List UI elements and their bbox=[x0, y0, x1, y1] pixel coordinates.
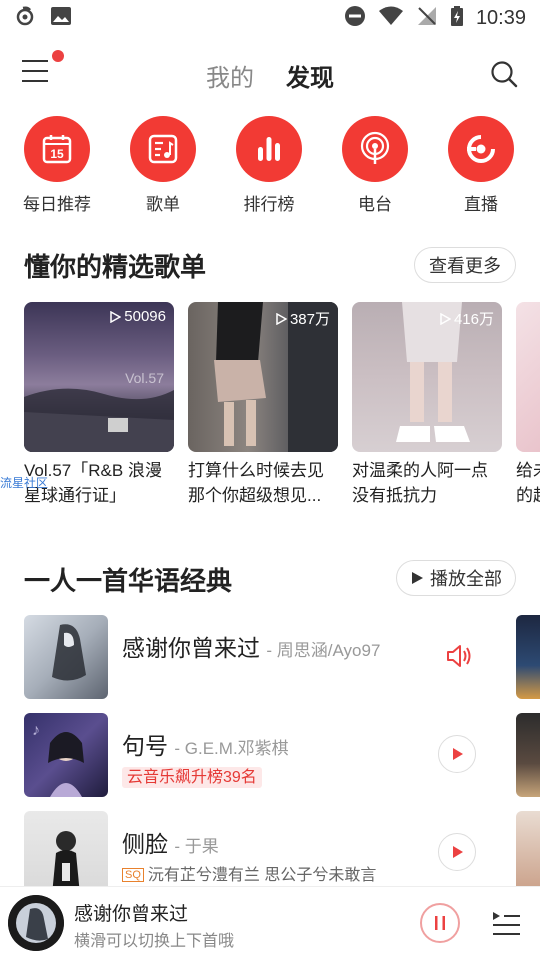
play-count-icon bbox=[276, 312, 287, 325]
top-bar: 我的 发现 bbox=[0, 46, 540, 102]
next-page-song-cover bbox=[516, 615, 540, 699]
player-song-title: 感谢你曾来过 bbox=[74, 904, 189, 925]
watermark-text: 流星社区 bbox=[0, 476, 49, 490]
category-label: 电台 bbox=[358, 195, 392, 214]
playlist-cover bbox=[516, 302, 540, 452]
live-icon bbox=[448, 116, 514, 182]
netease-music-icon bbox=[14, 5, 36, 32]
tab-mine[interactable]: 我的 bbox=[206, 58, 254, 93]
calendar-icon: 15 bbox=[24, 116, 90, 182]
daily-recommend-button[interactable]: 15 每日推荐 bbox=[17, 116, 97, 215]
calendar-day-number: 15 bbox=[50, 147, 64, 161]
play-count: 416万 bbox=[439, 308, 494, 329]
player-album-art bbox=[8, 895, 64, 951]
playlist-button[interactable]: 歌单 bbox=[123, 116, 203, 215]
clock: 10:39 bbox=[475, 6, 526, 29]
cover-text: Vol.57 bbox=[125, 370, 164, 386]
play-icon bbox=[453, 846, 463, 858]
play-song-button[interactable] bbox=[438, 833, 476, 871]
song-cover bbox=[24, 811, 108, 895]
category-label: 直播 bbox=[464, 195, 498, 214]
playlist-title: 对温柔的人阿一点 没有抵抗力 bbox=[352, 461, 488, 505]
playlist-cover: 416万 bbox=[352, 302, 502, 452]
see-more-button[interactable]: 查看更多 bbox=[414, 247, 516, 283]
status-bar: 10:39 bbox=[0, 0, 540, 36]
playlist-card[interactable]: 416万 对温柔的人阿一点 没有抵抗力 bbox=[352, 302, 502, 508]
play-count-icon bbox=[110, 310, 122, 323]
radio-icon bbox=[342, 116, 408, 182]
search-icon[interactable] bbox=[490, 60, 518, 88]
next-page-song-cover bbox=[516, 713, 540, 797]
now-playing-speaker-icon[interactable] bbox=[444, 641, 474, 676]
playlist-cover: Vol.57 50096 bbox=[24, 302, 174, 452]
song-row[interactable]: 感谢你曾来过 - 周思涵/Ayo97 bbox=[24, 615, 504, 699]
pause-icon bbox=[435, 916, 445, 930]
song-subtitle: SQ 沅有芷兮澧有兰 思公子兮未敢言 bbox=[122, 861, 376, 885]
category-shortcuts: 15 每日推荐 歌单 排行榜 电台 直播 bbox=[0, 116, 540, 216]
play-song-button[interactable] bbox=[438, 735, 476, 773]
category-label: 歌单 bbox=[146, 195, 180, 214]
player-hint: 横滑可以切换上下首哦 bbox=[74, 933, 235, 950]
playlist-cards: Vol.57 50096 Vol.57「R&B 浪漫 星球通行证」 387万 打… bbox=[24, 302, 540, 512]
battery-charging-icon bbox=[450, 5, 464, 32]
mini-player[interactable]: 感谢你曾来过 横滑可以切换上下首哦 bbox=[0, 886, 540, 960]
song-artist: - 周思涵/Ayo97 bbox=[266, 641, 381, 660]
song-title: 侧脸 - 于果 bbox=[122, 831, 219, 857]
chart-button[interactable]: 排行榜 bbox=[229, 116, 309, 215]
song-subtitle: 云音乐飙升榜39名 bbox=[122, 763, 262, 788]
radio-button[interactable]: 电台 bbox=[335, 116, 415, 215]
playlist-icon bbox=[130, 116, 196, 182]
category-label: 排行榜 bbox=[243, 195, 295, 214]
play-all-button[interactable]: 播放全部 bbox=[396, 560, 516, 596]
pause-button[interactable] bbox=[420, 903, 460, 943]
play-count-icon bbox=[440, 312, 451, 325]
tab-discover[interactable]: 发现 bbox=[286, 58, 334, 93]
playlist-title: 给未 的超 bbox=[516, 461, 540, 505]
songs-section-title: 一人一首华语经典 bbox=[24, 566, 233, 596]
song-row[interactable]: 侧脸 - 于果 SQ 沅有芷兮澧有兰 思公子兮未敢言 bbox=[24, 811, 504, 895]
playlists-section-title: 懂你的精选歌单 bbox=[24, 252, 207, 282]
wifi-icon bbox=[378, 5, 404, 32]
live-button[interactable]: 直播 bbox=[441, 116, 521, 215]
song-cover bbox=[24, 615, 108, 699]
play-count: 387万 bbox=[275, 308, 330, 329]
song-cover: ♪ bbox=[24, 713, 108, 797]
category-label: 每日推荐 bbox=[23, 195, 91, 214]
no-signal-icon bbox=[416, 5, 438, 32]
sq-quality-icon: SQ bbox=[122, 868, 144, 882]
image-icon bbox=[50, 6, 72, 31]
top-tabs: 我的 发现 bbox=[0, 58, 540, 93]
song-artist: - G.E.M.邓紫棋 bbox=[174, 739, 289, 758]
svg-text:♪: ♪ bbox=[32, 722, 40, 739]
chart-rank-badge: 云音乐飙升榜39名 bbox=[122, 767, 262, 788]
play-icon bbox=[412, 572, 423, 584]
playlist-title: 打算什么时候去见 那个你超级想见... bbox=[188, 461, 324, 505]
do-not-disturb-icon bbox=[344, 5, 366, 32]
play-count: 50096 bbox=[109, 308, 166, 325]
playlist-card[interactable]: 387万 打算什么时候去见 那个你超级想见... bbox=[188, 302, 338, 508]
next-page-song-cover bbox=[516, 811, 540, 895]
song-artist: - 于果 bbox=[174, 837, 219, 856]
playlist-cover: 387万 bbox=[188, 302, 338, 452]
play-icon bbox=[453, 748, 463, 760]
chart-icon bbox=[236, 116, 302, 182]
song-title: 句号 - G.E.M.邓紫棋 bbox=[122, 733, 289, 759]
playlist-queue-icon[interactable] bbox=[490, 907, 522, 944]
song-row[interactable]: ♪ 句号 - G.E.M.邓紫棋 云音乐飙升榜39名 bbox=[24, 713, 504, 797]
song-title: 感谢你曾来过 - 周思涵/Ayo97 bbox=[122, 635, 381, 661]
playlist-card[interactable]: 给未 的超 bbox=[516, 302, 540, 508]
